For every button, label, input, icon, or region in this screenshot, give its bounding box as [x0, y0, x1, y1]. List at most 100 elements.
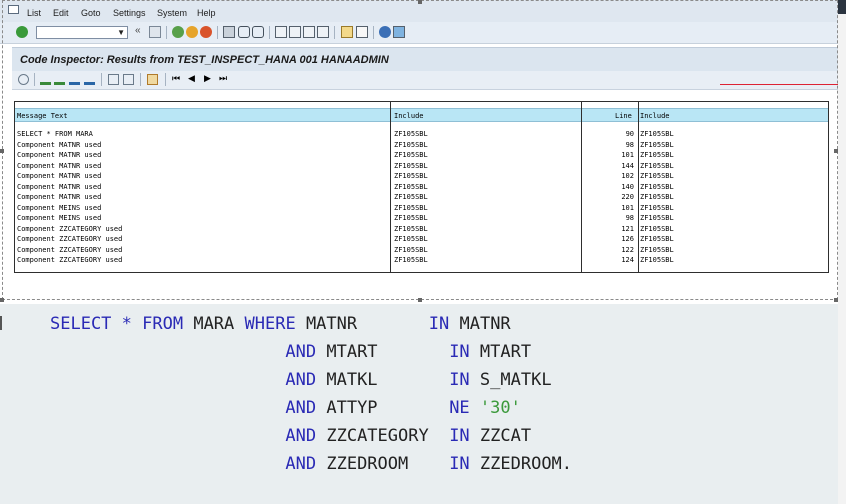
sort-descending-icon[interactable] — [54, 74, 65, 85]
back-icon[interactable] — [172, 26, 184, 38]
table-row[interactable]: Component MATNR used ZF105SBL 101 ZF105SBL — [15, 151, 828, 161]
table-row[interactable]: Component MATNR used ZF105SBL 144 ZF105SBL — [15, 162, 828, 172]
find-icon[interactable] — [238, 26, 250, 38]
first-row-icon[interactable]: ⏮ — [172, 73, 180, 84]
system-menu-icon[interactable] — [8, 5, 19, 14]
code-line: AND ZZEDROOM IN ZZEDROOM. — [50, 454, 572, 474]
total-icon[interactable] — [84, 74, 95, 85]
layout-icon[interactable] — [147, 74, 158, 85]
cancel-icon[interactable] — [200, 26, 212, 38]
column-header-include[interactable]: Include — [394, 112, 424, 120]
table-row[interactable]: Component ZZCATEGORY used ZF105SBL 122 ZF10… — [15, 246, 828, 256]
table-row[interactable]: Component MEINS used ZF105SBL 98 ZF105SBL — [15, 214, 828, 224]
cell-include: ZF105SBL — [394, 245, 428, 254]
cell-include-2: ZF105SBL — [640, 172, 674, 180]
last-page-icon[interactable] — [317, 26, 329, 38]
separator — [101, 73, 102, 86]
cell-message-text: Component MATNR used — [17, 172, 102, 180]
cell-message-text: Component MATNR used — [17, 140, 102, 149]
table-row[interactable]: Component ZZCATEGORY used ZF105SBL 126 ZF10… — [15, 235, 828, 245]
menu-list[interactable]: List — [27, 8, 41, 18]
cell-line: 98 — [625, 140, 634, 149]
table-row[interactable]: Component MATNR used ZF105SBL 98 ZF105SBL — [15, 141, 828, 151]
resize-handle[interactable] — [0, 298, 4, 302]
cell-line: 126 — [621, 235, 634, 243]
table-row[interactable]: Component MATNR used ZF105SBL 220 ZF105SBL — [15, 193, 828, 203]
sort-ascending-icon[interactable] — [40, 74, 51, 85]
save-icon[interactable] — [149, 26, 161, 38]
new-session-icon[interactable] — [341, 26, 353, 38]
table-row[interactable]: SELECT * FROM MARA ZF105SBL 90 ZF105SBL — [15, 130, 828, 140]
code-token: MATNR — [449, 314, 511, 334]
cell-include-2: ZF105SBL — [640, 193, 674, 201]
code-token: ZZCATEGORY — [316, 426, 450, 446]
table-row[interactable]: Component MEINS used ZF105SBL 101 ZF105SBL — [15, 204, 828, 214]
shortcut-icon[interactable] — [356, 26, 368, 38]
separator — [334, 26, 335, 39]
export-icon[interactable] — [123, 74, 134, 85]
resize-handle[interactable] — [418, 298, 422, 302]
resize-handle[interactable] — [0, 149, 4, 153]
column-header-message[interactable]: Message Text — [17, 112, 68, 120]
resize-handle[interactable] — [834, 298, 838, 302]
last-row-icon[interactable]: ⏭ — [219, 73, 227, 84]
cell-line: 98 — [625, 214, 634, 222]
next-page-icon[interactable] — [303, 26, 315, 38]
next-row-icon[interactable]: ▶ — [204, 73, 211, 84]
cell-message-text: Component ZZCATEGORY used — [17, 256, 123, 264]
column-header-line[interactable]: Line — [615, 112, 632, 120]
cell-include: ZF105SBL — [394, 256, 428, 264]
help-icon[interactable] — [379, 26, 391, 38]
code-token: WHERE — [244, 314, 296, 334]
cell-include: ZF105SBL — [394, 214, 428, 222]
exit-icon[interactable] — [186, 26, 198, 38]
window-scroll-knob[interactable] — [838, 0, 846, 14]
column-header-include-2[interactable]: Include — [640, 112, 670, 120]
table-row[interactable]: Component ZZCATEGORY used ZF105SBL 124 ZF10… — [15, 256, 828, 266]
code-token: ATTYP — [316, 398, 450, 418]
menu-system[interactable]: System — [157, 8, 187, 18]
cell-include: ZF105SBL — [394, 172, 428, 180]
previous-page-icon[interactable] — [289, 26, 301, 38]
table-row[interactable]: Component MATNR used ZF105SBL 140 ZF105SBL — [15, 183, 828, 193]
cell-line: 144 — [621, 161, 634, 170]
first-page-icon[interactable] — [275, 26, 287, 38]
gutter-marker — [0, 316, 6, 330]
menu-edit[interactable]: Edit — [53, 8, 69, 18]
previous-row-icon[interactable]: ◀ — [188, 73, 195, 84]
code-token: AND — [285, 454, 317, 474]
separator — [165, 73, 166, 86]
code-token: MATNR — [295, 314, 429, 334]
resize-handle[interactable] — [418, 0, 422, 4]
collapse-icon[interactable]: « — [135, 25, 141, 36]
table-row[interactable]: Component ZZCATEGORY used ZF105SBL 121 ZF10… — [15, 225, 828, 235]
cell-message-text: Component MATNR used — [17, 182, 102, 191]
menu-goto[interactable]: Goto — [81, 8, 101, 18]
cell-message-text: Component MATNR used — [17, 161, 102, 170]
print-preview-icon[interactable] — [108, 74, 119, 85]
code-token: AND — [285, 398, 317, 418]
code-token: AND — [285, 370, 317, 390]
code-line: AND ATTYP NE '30' — [50, 398, 520, 418]
cell-line: 101 — [621, 203, 634, 212]
cell-include: ZF105SBL — [394, 224, 428, 233]
cell-line: 121 — [621, 224, 634, 233]
enter-icon[interactable] — [16, 26, 28, 38]
chevron-down-icon[interactable]: ▼ — [117, 28, 125, 37]
separator — [166, 26, 167, 39]
find-next-icon[interactable] — [252, 26, 264, 38]
cell-message-text: Component ZZCATEGORY used — [17, 235, 123, 243]
table-row[interactable]: Component MATNR used ZF105SBL 102 ZF105SBL — [15, 172, 828, 182]
code-token: IN — [449, 370, 470, 390]
cell-include: ZF105SBL — [394, 203, 428, 212]
command-field[interactable]: ▼ — [36, 26, 128, 39]
menu-help[interactable]: Help — [197, 8, 216, 18]
customize-layout-icon[interactable] — [393, 26, 405, 38]
print-icon[interactable] — [223, 26, 235, 38]
details-icon[interactable] — [18, 74, 29, 85]
resize-handle[interactable] — [834, 149, 838, 153]
menu-settings[interactable]: Settings — [113, 8, 146, 18]
filter-icon[interactable] — [69, 74, 80, 85]
